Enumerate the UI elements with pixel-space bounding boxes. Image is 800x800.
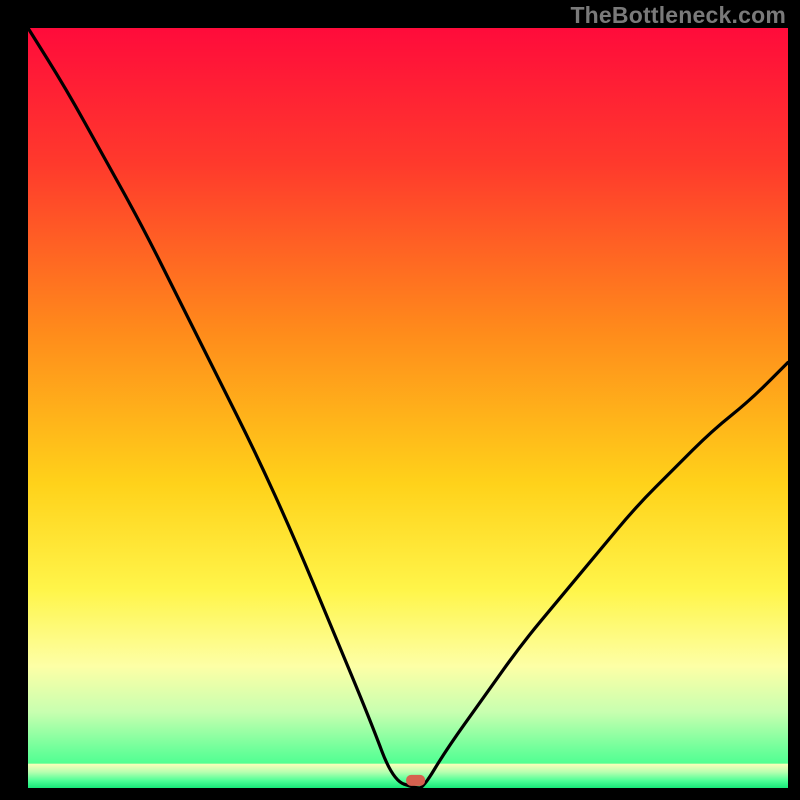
- bottleneck-chart: [0, 0, 800, 800]
- optimum-marker: [406, 775, 425, 786]
- gradient-background: [28, 28, 788, 788]
- watermark-text: TheBottleneck.com: [570, 2, 786, 29]
- chart-frame: TheBottleneck.com: [0, 0, 800, 800]
